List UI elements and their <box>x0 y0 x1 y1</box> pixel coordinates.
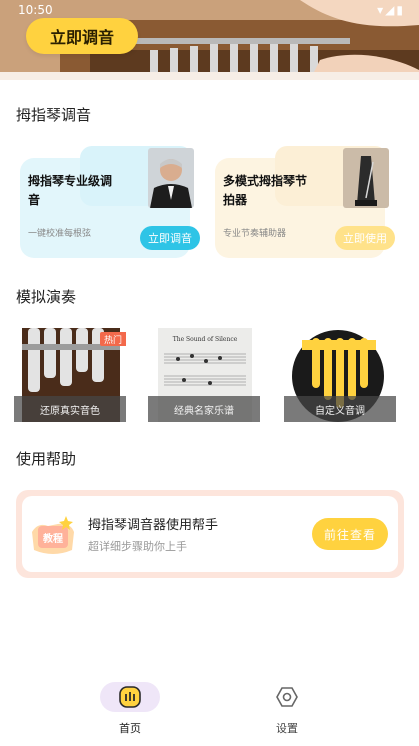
start-tuning-button[interactable]: 立即调音 <box>140 226 200 250</box>
bottom-nav: 首页 设置 <box>0 676 419 746</box>
help-card-inner: 教程 拇指琴调音器使用帮手 超详细步骤助你上手 前往查看 <box>22 496 398 572</box>
nav-label-home: 首页 <box>119 722 141 735</box>
hero-banner: 10:50 ▾◢▮ 立即调音 <box>0 0 419 80</box>
start-metronome-button[interactable]: 立即使用 <box>335 226 395 250</box>
tile-custom-tone[interactable]: 自定义音调 <box>284 328 396 422</box>
card-metronome[interactable]: 多模式拇指琴节拍器 专业节奏辅助器 立即使用 <box>215 146 395 258</box>
tile-caption: 还原真实音色 <box>14 396 126 422</box>
nav-item-home[interactable]: 首页 <box>90 682 170 738</box>
card-description: 一键校准每根弦 <box>28 229 92 239</box>
card-title: 拇指琴专业级调音 <box>28 174 113 207</box>
tutorial-icon-text: 教程 <box>43 534 63 545</box>
sheet-title: The Sound of Silence <box>172 336 238 343</box>
tile-real-sound[interactable]: 热门 还原真实音色 <box>14 328 126 422</box>
metronome-image <box>343 148 389 208</box>
card-pro-tuning[interactable]: 拇指琴专业级调音 一键校准每根弦 立即调音 <box>20 146 200 258</box>
tile-caption: 自定义音调 <box>284 396 396 422</box>
nav-label-settings: 设置 <box>276 722 298 735</box>
status-time: 10:50 <box>18 3 53 17</box>
hot-badge: 热门 <box>100 332 126 346</box>
tile-classic-sheets[interactable]: The Sound of Silence 经典名家乐谱 <box>148 328 260 422</box>
card-description: 专业节奏辅助器 <box>223 229 287 239</box>
card-title: 多模式拇指琴节拍器 <box>223 174 308 207</box>
help-subtitle: 超详细步骤助你上手 <box>88 540 187 553</box>
tile-caption: 经典名家乐谱 <box>148 396 260 422</box>
hero-tune-now-button[interactable]: 立即调音 <box>26 18 138 54</box>
section-title-simulation: 模拟演奏 <box>16 288 77 306</box>
portrait-image <box>148 148 194 208</box>
tutorial-icon: 教程 <box>28 510 78 560</box>
help-card[interactable]: 教程 拇指琴调音器使用帮手 超详细步骤助你上手 前往查看 <box>16 490 404 578</box>
nav-item-settings[interactable]: 设置 <box>247 682 327 738</box>
help-title: 拇指琴调音器使用帮手 <box>88 518 219 533</box>
home-icon <box>100 682 160 712</box>
section-title-help: 使用帮助 <box>16 450 77 468</box>
settings-icon <box>257 682 317 712</box>
section-title-tuning: 拇指琴调音 <box>16 106 92 124</box>
status-icons: ▾◢▮ <box>377 3 405 17</box>
view-help-button[interactable]: 前往查看 <box>312 518 388 550</box>
